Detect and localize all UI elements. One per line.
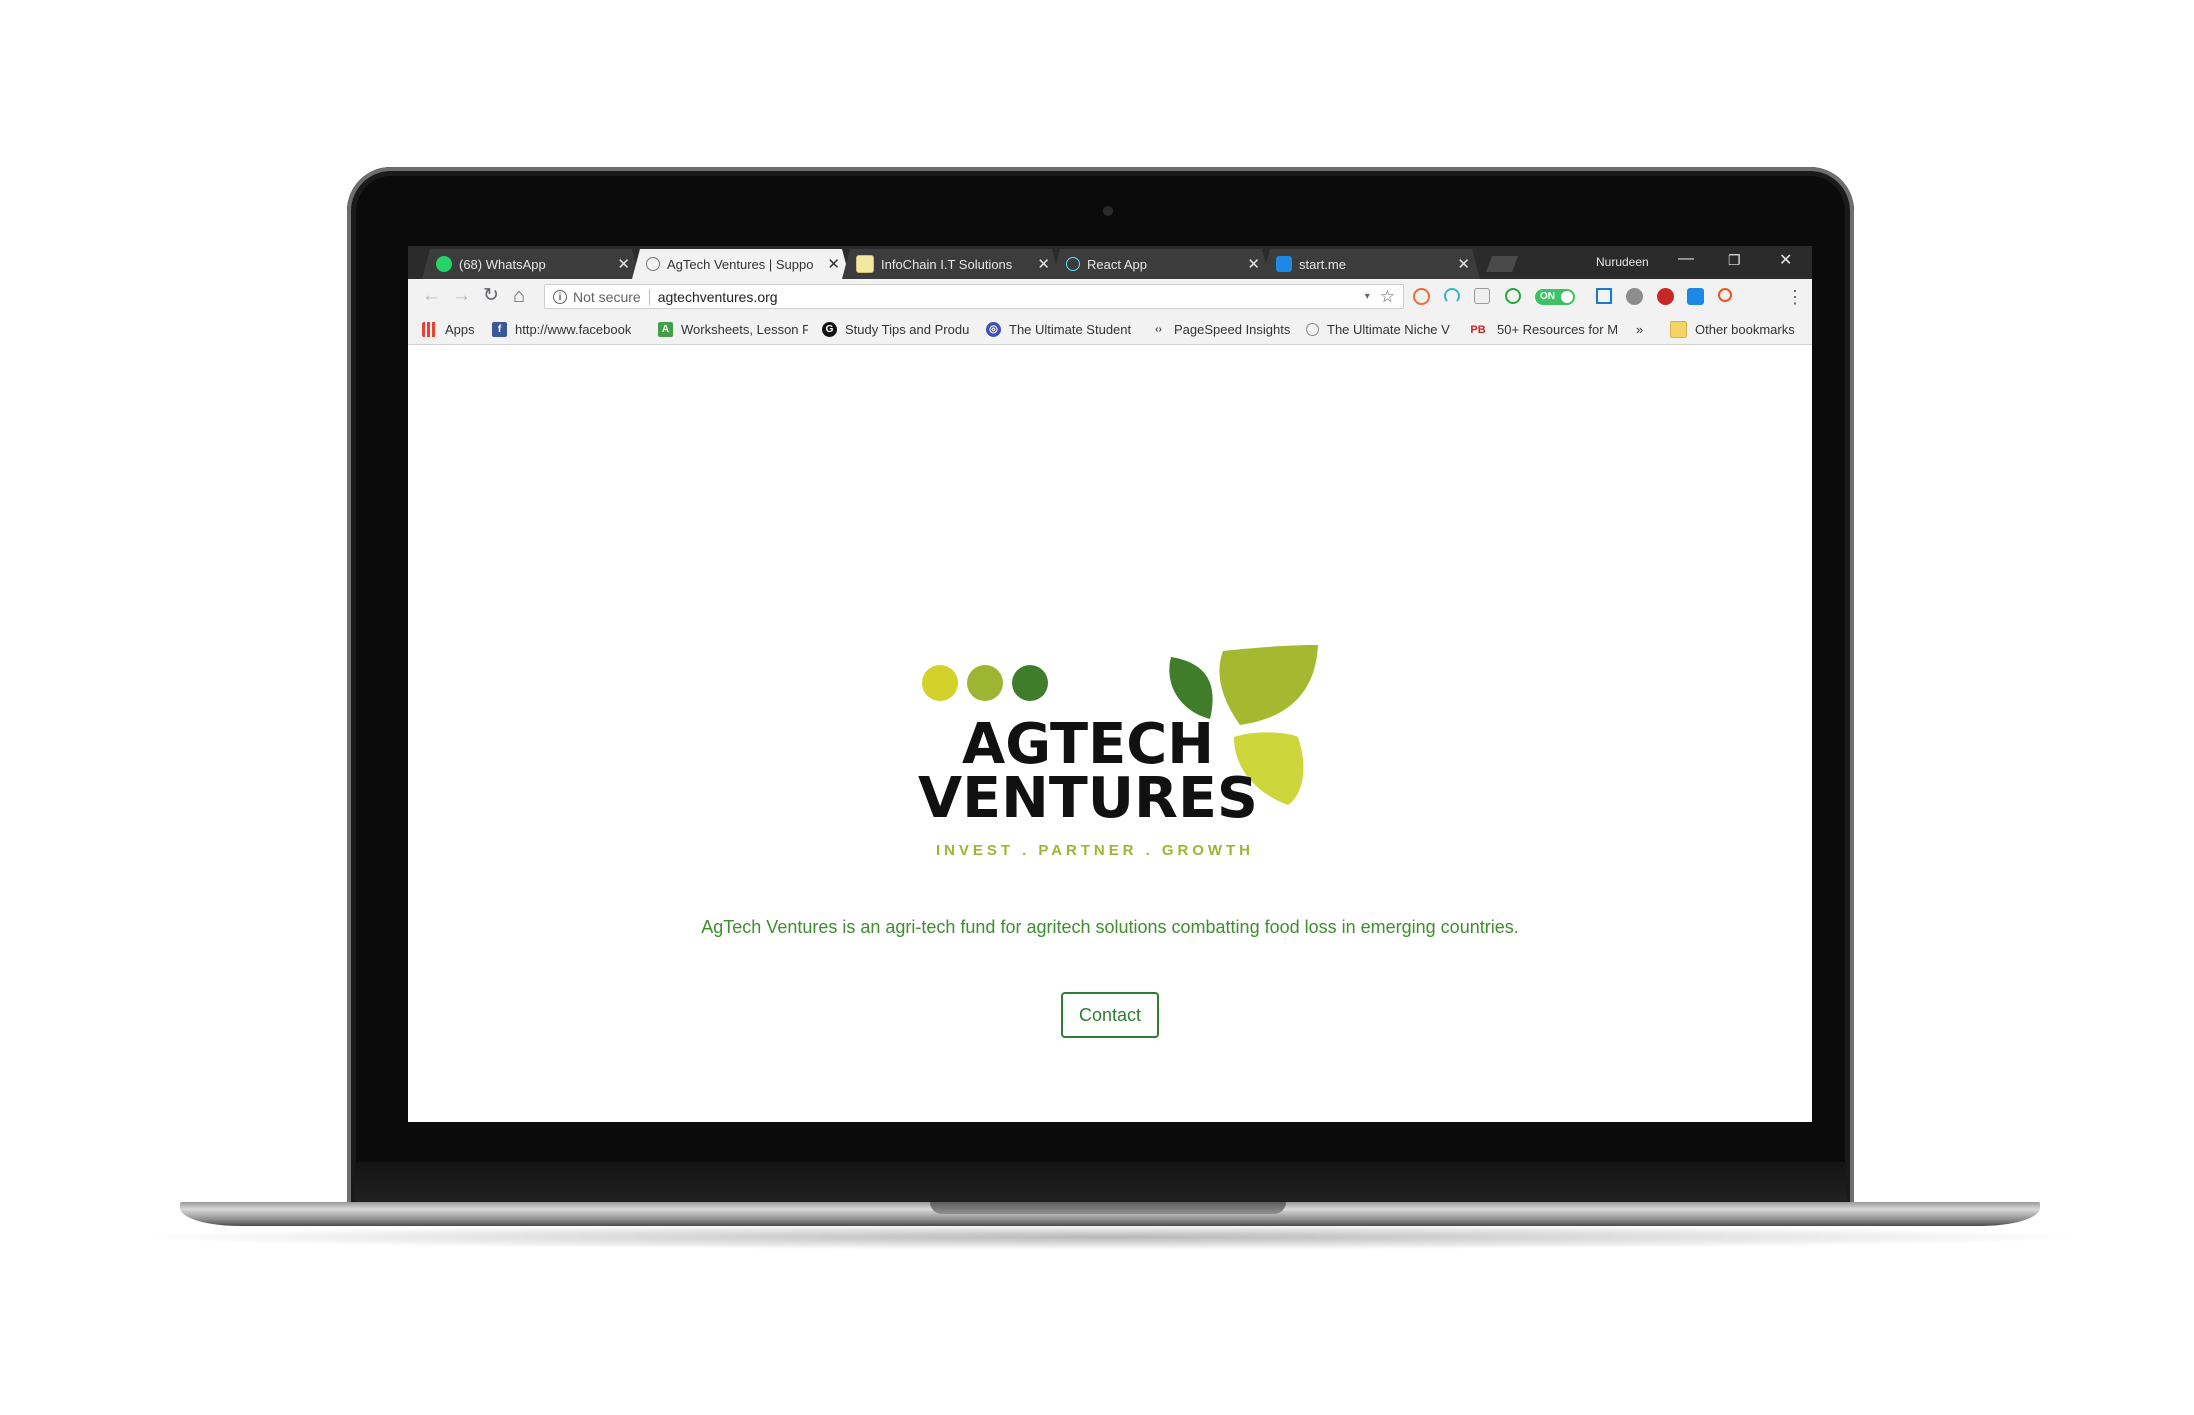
tab-title: (68) WhatsApp (459, 256, 546, 272)
tab-infochain[interactable]: InfoChain I.T Solutions ✕ (842, 249, 1060, 279)
tab-start-me[interactable]: start.me ✕ (1262, 249, 1480, 279)
whatsapp-icon (436, 256, 452, 272)
logo-tagline: INVEST . PARTNER . GROWTH (936, 842, 1254, 859)
security-label[interactable]: Not secure (573, 289, 641, 305)
folder-icon (1670, 321, 1687, 338)
laptop-bezel-bottom (355, 1162, 1847, 1206)
bookmark-study-tips[interactable]: G Study Tips and Produ (822, 321, 974, 338)
window-close-icon[interactable]: ✕ (1779, 250, 1792, 270)
toggle-extension[interactable]: ON (1535, 289, 1575, 305)
forward-icon[interactable]: → (452, 286, 471, 306)
bookmarks-overflow-chevron[interactable]: » (1636, 321, 1650, 338)
worksheets-icon: A (658, 322, 673, 337)
close-icon[interactable]: ✕ (827, 255, 840, 273)
bookmark-facebook[interactable]: f http://www.facebook (492, 321, 642, 338)
tab-title: AgTech Ventures | Suppo (667, 256, 814, 272)
minimize-icon[interactable]: — (1678, 250, 1694, 268)
s-extension-icon[interactable] (1687, 288, 1704, 305)
new-tab-button[interactable] (1486, 256, 1518, 272)
bookmark-apps[interactable]: Apps (422, 321, 482, 338)
startme-icon (1276, 256, 1292, 272)
page-content: AGTECH VENTURES INVEST . PARTNER . GROWT… (408, 345, 1812, 1122)
extension-orange-icon[interactable] (1413, 288, 1430, 305)
laptop-shadow (120, 1224, 2100, 1250)
contact-button[interactable]: Contact (1061, 992, 1159, 1038)
site-description: AgTech Ventures is an agri-tech fund for… (701, 917, 1519, 937)
headphones-icon[interactable] (1444, 288, 1460, 304)
logo-dot-green (1012, 665, 1048, 701)
page-icon (646, 257, 660, 271)
close-icon[interactable]: ✕ (1037, 255, 1050, 273)
info-icon[interactable]: i (553, 289, 567, 304)
url-text[interactable]: agtechventures.org (658, 289, 1365, 305)
leaf-dark-icon (1169, 657, 1213, 719)
camera-icon (1103, 206, 1113, 216)
back-icon[interactable]: ← (422, 286, 441, 306)
tab-react-app[interactable]: React App ✕ (1052, 249, 1270, 279)
profile-name[interactable]: Nurudeen (1596, 255, 1649, 269)
doc-icon (856, 255, 874, 273)
tab-whatsapp[interactable]: (68) WhatsApp ✕ (422, 249, 640, 279)
bookmark-star-icon[interactable]: ☆ (1380, 287, 1395, 307)
react-icon (1066, 257, 1080, 271)
leaf-mid-icon (1219, 645, 1318, 725)
more-menu-icon[interactable]: ⋮ (1786, 287, 1804, 308)
search-extension-icon[interactable] (1718, 288, 1732, 302)
bookmark-ultimate-niche[interactable]: The Ultimate Niche V (1306, 321, 1456, 338)
agtech-ventures-logo: AGTECH VENTURES INVEST . PARTNER . GROWT… (918, 645, 1318, 859)
red-extension-icon[interactable] (1657, 288, 1674, 305)
download-extension-icon[interactable] (1474, 288, 1490, 304)
browser-toolbar: ← → ↻ ⌂ i Not secure agtechventures.org … (408, 279, 1812, 314)
bookmark-other-bookmarks[interactable]: Other bookmarks (1670, 321, 1810, 338)
bookmark-worksheets[interactable]: A Worksheets, Lesson F (658, 321, 808, 338)
reload-icon[interactable]: ↻ (483, 286, 499, 306)
close-icon[interactable]: ✕ (1457, 255, 1470, 273)
restore-icon[interactable]: ❐ (1728, 252, 1741, 269)
niche-icon (1306, 323, 1319, 336)
logo-dot-yellow (922, 665, 958, 701)
omnibox-divider (648, 288, 650, 305)
facebook-icon: f (492, 322, 507, 337)
bookmark-ultimate-student[interactable]: ◎ The Ultimate Student (986, 321, 1138, 338)
logo-line-ventures: VENTURES (918, 766, 1258, 831)
logo-dot-lime (967, 665, 1003, 701)
blue-square-extension-icon[interactable] (1596, 288, 1612, 304)
pb-icon: PB (1470, 323, 1486, 336)
home-icon[interactable]: ⌂ (513, 286, 525, 306)
tab-strip: (68) WhatsApp ✕ AgTech Ventures | Suppo … (408, 246, 1812, 279)
tab-title: InfoChain I.T Solutions (881, 256, 1013, 272)
bookmark-pagespeed[interactable]: ‹› PageSpeed Insights (1151, 321, 1301, 338)
browser-window: (68) WhatsApp ✕ AgTech Ventures | Suppo … (408, 246, 1812, 1122)
dropdown-icon[interactable]: ▾ (1365, 291, 1370, 302)
gear-extension-icon[interactable] (1626, 288, 1643, 305)
pagespeed-icon: ‹› (1155, 324, 1162, 335)
power-icon[interactable] (1505, 288, 1521, 304)
close-icon[interactable]: ✕ (617, 255, 630, 273)
bookmark-50-resources[interactable]: PB 50+ Resources for M (1467, 321, 1617, 338)
tab-title: React App (1087, 256, 1147, 272)
g-icon: G (822, 322, 837, 337)
tab-title: start.me (1299, 256, 1346, 272)
address-bar[interactable]: i Not secure agtechventures.org ▾ ☆ (544, 284, 1404, 309)
apps-grid-icon (422, 322, 437, 337)
ultimate-student-icon: ◎ (986, 322, 1001, 337)
close-icon[interactable]: ✕ (1247, 255, 1260, 273)
tab-agtech-ventures[interactable]: AgTech Ventures | Suppo ✕ (632, 249, 850, 279)
laptop-hinge-notch (930, 1202, 1286, 1214)
bookmarks-bar: Apps f http://www.facebook A Worksheets,… (408, 314, 1812, 345)
